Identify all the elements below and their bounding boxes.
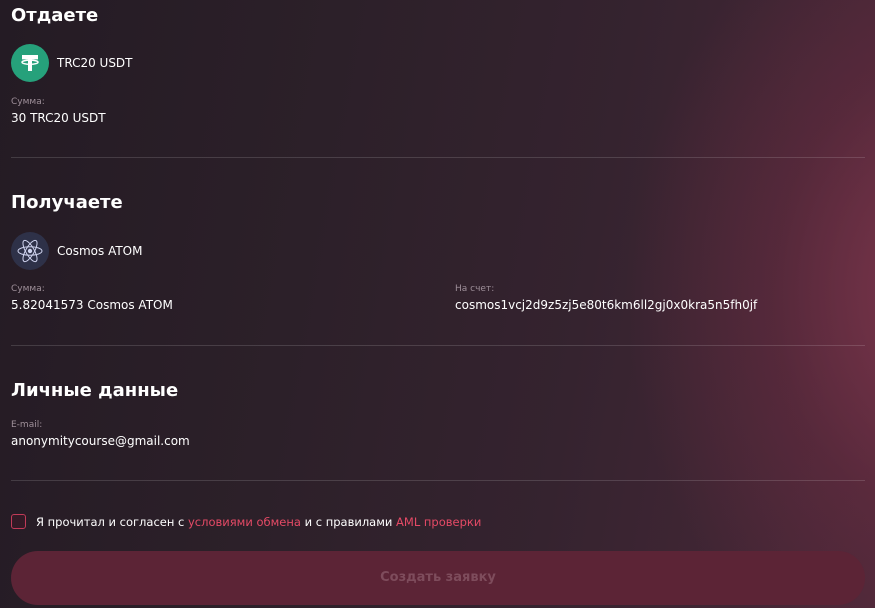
agreement-row: Я прочитал и согласен с условиями обмена… xyxy=(11,514,481,529)
receive-currency-name: Cosmos ATOM xyxy=(57,244,143,258)
receive-amount-label: Сумма: xyxy=(11,284,45,294)
cosmos-atom-icon xyxy=(11,232,49,270)
personal-section-title: Личные данные xyxy=(11,380,179,401)
agreement-prefix: Я прочитал и согласен с xyxy=(36,514,188,529)
agreement-checkbox[interactable] xyxy=(11,514,26,529)
terms-link[interactable]: условиями обмена xyxy=(188,515,301,529)
divider xyxy=(11,157,865,158)
tether-icon xyxy=(11,44,49,82)
give-currency-name: TRC20 USDT xyxy=(57,56,133,70)
give-amount-value: 30 TRC20 USDT xyxy=(11,111,106,125)
create-request-button[interactable]: Создать заявку xyxy=(11,551,865,605)
divider xyxy=(11,345,865,346)
give-amount-label: Сумма: xyxy=(11,97,45,107)
give-section-title: Отдаете xyxy=(11,5,99,26)
divider xyxy=(11,480,865,481)
receive-account-value: cosmos1vcj2d9z5zj5e80t6km6ll2gj0x0kra5n5… xyxy=(455,298,758,312)
receive-amount-value: 5.82041573 Cosmos ATOM xyxy=(11,298,173,312)
aml-link[interactable]: AML проверки xyxy=(396,515,481,529)
receive-account-label: На счет: xyxy=(455,284,495,294)
receive-section-title: Получаете xyxy=(11,192,123,213)
give-currency: TRC20 USDT xyxy=(11,44,133,82)
email-label: E-mail: xyxy=(11,420,43,430)
agreement-middle: и с правилами xyxy=(300,514,397,529)
receive-currency: Cosmos ATOM xyxy=(11,232,142,270)
email-value: anonymitycourse@gmail.com xyxy=(11,434,190,448)
